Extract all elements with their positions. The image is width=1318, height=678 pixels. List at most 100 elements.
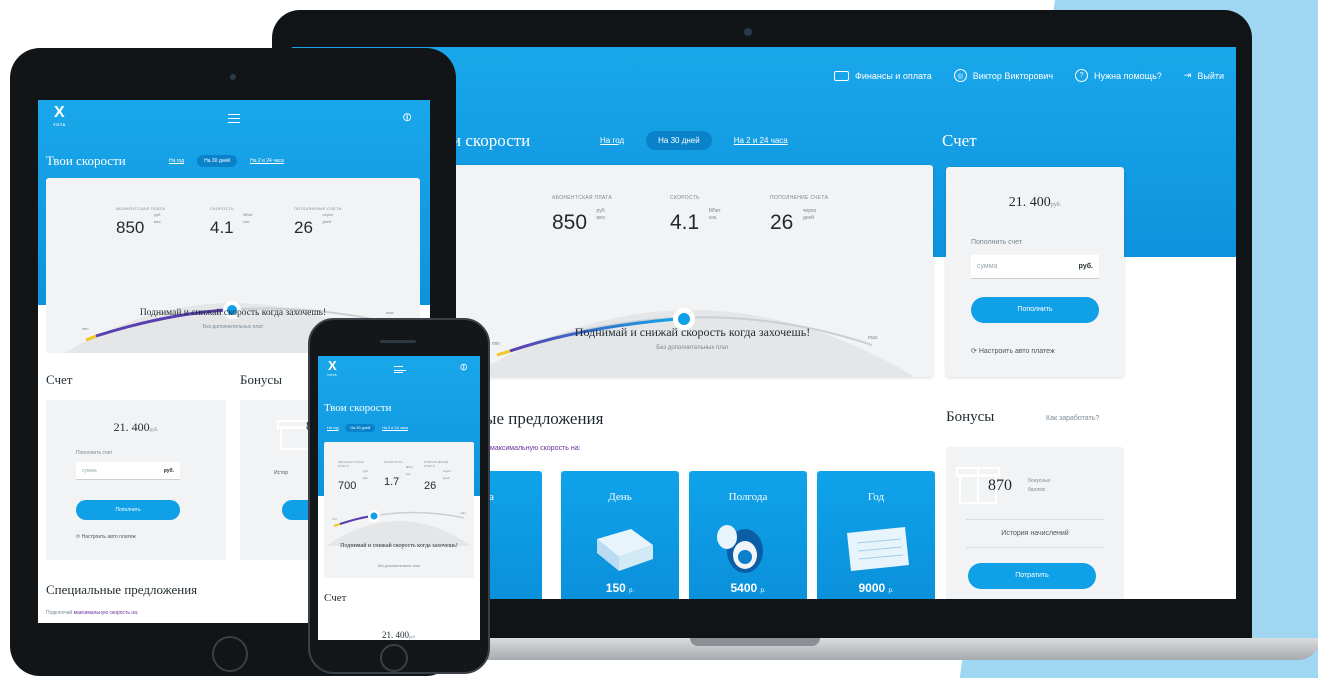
offer-card-year[interactable]: Год 9000 р. [817,471,935,599]
slogan: Поднимай и снижай скорость когда захочеш… [574,325,811,339]
fee-label: Абонентская плата [552,195,613,201]
fee-unit: руб. мес [362,469,369,480]
topup-button[interactable]: Пополнить [971,297,1099,323]
tab-2-24-hours[interactable]: На 2 и 24 часа [243,155,291,167]
nav-help-label: Нужна помощь? [1094,70,1162,81]
period-tabs: На год На 30 дней На 2 и 24 часа [162,155,291,167]
topup-field-label: Пополнить счет [971,239,1023,246]
top-navigation: Финансы и оплата ◎ Виктор Викторович ? Н… [834,69,1224,82]
account-balance: 21. 400руб. [1008,195,1062,210]
topup-label: Пополнение счета [770,195,829,201]
nav-help[interactable]: ? Нужна помощь? [1075,69,1162,82]
laptop-camera [744,28,752,36]
phone-home-button [380,644,408,672]
bonus-history-link[interactable]: Истор [274,470,288,476]
speed-label: Скорость [670,195,700,201]
topup-field-label: Пополнить счет [76,450,113,456]
bonus-earn-link[interactable]: Как заработать? [1046,415,1099,422]
slider-min-segment [496,349,511,357]
phone-speaker [380,340,416,343]
help-icon: ? [1075,69,1089,82]
period-tabs: На год На 30 дней На 2 и 24 часа [322,424,413,432]
offer-price: 9000 р. [858,581,894,595]
tablet-home-button [212,636,248,672]
bonus-history-link[interactable]: История начислений [966,519,1104,548]
fee-unit: руб. мес [596,208,607,221]
currency-label: руб. [1078,263,1093,270]
bonus-card: 870 бонусных баллов История начислений По… [946,447,1124,599]
topup-placeholder: сумма [977,263,998,270]
refresh-icon: ⟳ [971,348,979,355]
special-offers-sub: Подключай максимальную скорость на: [46,610,139,616]
tab-2-24-hours[interactable]: На 2 и 24 часа [377,424,413,432]
auto-payment-link[interactable]: ⟳ Настроить авто платеж [76,534,136,540]
currency-label: руб. [163,468,174,474]
speed-value: 4.1 [210,218,234,237]
calendar-block-icon [597,529,653,571]
fee-value: 850 [116,218,145,237]
topup-amount-input[interactable]: сумма руб. [971,255,1099,279]
speed-card: Абонентская плата 850 руб. мес Скорость 4… [452,165,933,377]
slider-handle [370,512,378,520]
offer-card-halfyear[interactable]: Полгода 5400 р. [689,471,807,599]
topup-button[interactable]: Пополнить [76,500,180,520]
slogan-sub: Без дополнительных плат [656,345,729,351]
tab-2-24-hours[interactable]: На 2 и 24 часа [722,131,800,150]
account-title: Счет [46,372,73,387]
account-card: 21. 400руб. Пополнить счет сумма руб. По… [46,400,226,560]
tab-year[interactable]: На год [162,155,191,167]
speeds-title: и скорости [452,131,531,150]
auto-payment-link[interactable]: ⟳ Настроить авто платеж [971,347,1055,355]
spend-button[interactable]: Потратить [968,563,1096,589]
nav-user[interactable]: ◎ Виктор Викторович [953,69,1053,82]
offer-price: 150 р. [605,581,635,595]
topup-unit: через дней [322,212,333,224]
bonus-unit: бонусных баллов [1028,478,1051,493]
account-title: Счет [942,131,977,150]
slider-max-label: max [460,511,466,515]
tab-30-days[interactable]: На 30 дней [197,155,238,167]
speed-slider[interactable]: min max [452,225,933,377]
nav-logout-label: Выйти [1197,70,1224,81]
speeds-title: Твои скорости [324,402,392,414]
account-balance: 21. 400руб. [382,630,416,640]
fee-label: Абонентская плата [338,460,364,468]
offer-price: 5400 р. [730,581,766,595]
bonus-title: Бонусы [946,409,995,425]
slogan: Поднимай и снижай скорость когда захочеш… [139,308,327,318]
topup-unit: через дней [802,208,816,221]
tablet-camera [230,74,236,80]
topup-unit: через дней [442,469,451,480]
menu-icon[interactable] [394,366,406,373]
topup-amount-input[interactable]: сумма руб. [76,462,180,480]
slider-handle [678,313,690,325]
speeds-title: Твои скорости [46,153,126,168]
topup-label: Пополнение счета [294,206,342,211]
yota-logo-text: YOTA [53,122,66,127]
nav-finance-label: Финансы и оплата [855,70,932,81]
account-title: Счет [324,592,347,604]
speed-unit: Мбит сек. [243,212,253,224]
user-icon: ◎ [953,69,967,82]
topup-stat: Пополнение счета 26 через дней [294,206,342,238]
speed-slider[interactable]: min max [324,486,474,546]
account-balance: 21. 400руб. [113,420,159,434]
nav-logout[interactable]: ⇥ Выйти [1184,69,1224,82]
yota-logo-icon[interactable]: X [54,104,65,122]
offer-title: День [608,491,632,503]
menu-icon[interactable] [228,114,240,123]
slider-min-label: min [332,517,337,521]
laptop-notch [690,638,820,646]
tab-year[interactable]: На год [588,131,636,150]
nav-finance[interactable]: Финансы и оплата [834,69,932,82]
tab-year[interactable]: На год [322,424,343,432]
topup-placeholder: сумма [82,468,97,474]
period-tabs: На год На 30 дней На 2 и 24 часа [588,131,800,150]
offer-title: Полгода [728,491,768,503]
card-icon [834,70,850,81]
yota-logo-icon[interactable]: X [328,358,337,373]
tab-30-days[interactable]: На 30 дней [345,424,376,432]
offer-card-day[interactable]: День 150 р. [561,471,679,599]
calendar-icon [847,527,909,571]
tab-30-days[interactable]: На 30 дней [646,131,712,150]
